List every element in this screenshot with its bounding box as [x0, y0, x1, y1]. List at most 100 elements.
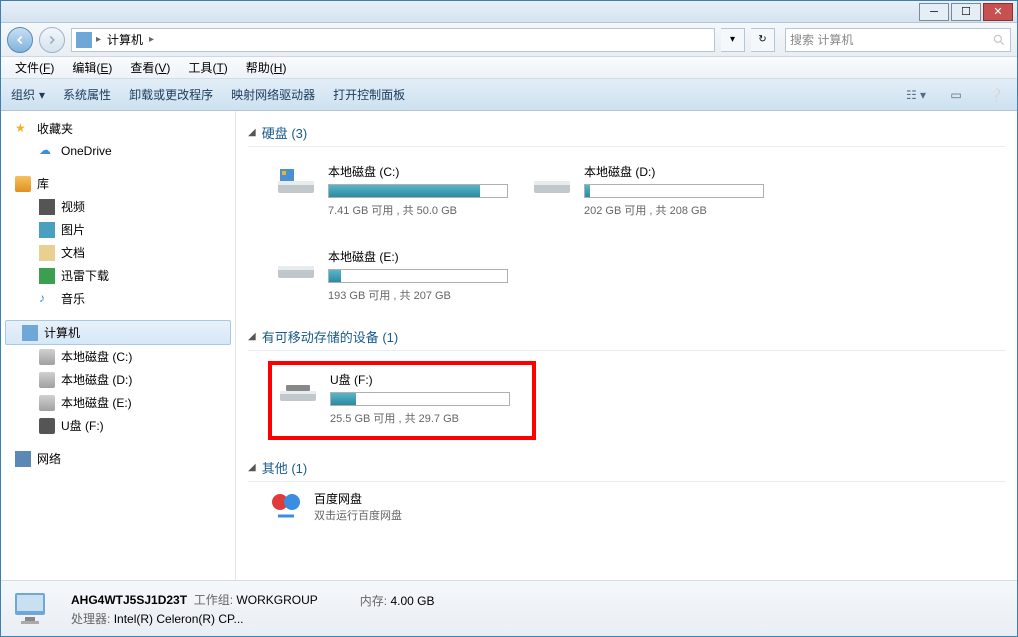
- music-icon: ♪: [39, 291, 55, 307]
- breadcrumb-computer[interactable]: 计算机: [101, 31, 149, 48]
- picture-icon: [39, 222, 55, 238]
- drive-e-bar: [328, 269, 508, 283]
- menu-bar: 文件(F) 编辑(E) 查看(V) 工具(T) 帮助(H): [1, 57, 1017, 79]
- sidebar-videos[interactable]: 视频: [1, 195, 235, 218]
- address-bar[interactable]: ▸ 计算机 ▸: [71, 28, 715, 52]
- sidebar-drive-d[interactable]: 本地磁盘 (D:): [1, 368, 235, 391]
- address-dropdown[interactable]: ▾: [721, 28, 745, 52]
- drive-f-stat: 25.5 GB 可用 , 共 29.7 GB: [330, 410, 524, 426]
- usb-icon: [39, 418, 55, 434]
- drive-d[interactable]: 本地磁盘 (D:) 202 GB 可用 , 共 208 GB: [524, 157, 764, 224]
- computer-icon: [22, 325, 38, 341]
- drive-c-bar: [328, 184, 508, 198]
- help-icon[interactable]: ❔: [985, 84, 1007, 106]
- drive-d-bar: [584, 184, 764, 198]
- chevron-down-icon: ◢: [248, 331, 256, 342]
- drive-c-fill: [329, 185, 480, 197]
- drive-f-fill: [331, 393, 356, 405]
- search-placeholder: 搜索 计算机: [790, 31, 853, 48]
- sidebar-onedrive[interactable]: ☁OneDrive: [1, 140, 235, 162]
- mem-value: 4.00 GB: [390, 594, 434, 608]
- chevron-down-icon: ◢: [248, 462, 256, 473]
- sidebar: ★收藏夹 ☁OneDrive 库 视频 图片 文档 迅雷下载 ♪音乐 计算机 本…: [1, 111, 236, 580]
- workgroup-label: 工作组:: [194, 593, 233, 607]
- sidebar-pictures[interactable]: 图片: [1, 218, 235, 241]
- sidebar-drive-e[interactable]: 本地磁盘 (E:): [1, 391, 235, 414]
- workgroup-value: WORKGROUP: [236, 593, 317, 607]
- sidebar-documents[interactable]: 文档: [1, 241, 235, 264]
- drive-d-stat: 202 GB 可用 , 共 208 GB: [584, 202, 764, 218]
- details-pane: AHG4WTJ5SJ1D23T 工作组: WORKGROUP 处理器: Inte…: [1, 580, 1017, 636]
- cpu-value: Intel(R) Celeron(R) CP...: [114, 612, 244, 626]
- drive-c[interactable]: 本地磁盘 (C:) 7.41 GB 可用 , 共 50.0 GB: [268, 157, 508, 224]
- drive-f-name: U盘 (F:): [330, 371, 524, 388]
- menu-file[interactable]: 文件(F): [7, 57, 62, 78]
- network-icon: [15, 451, 31, 467]
- drive-c-name: 本地磁盘 (C:): [328, 163, 508, 180]
- star-icon: ★: [15, 121, 31, 137]
- drive-d-name: 本地磁盘 (D:): [584, 163, 764, 180]
- toolbar-ctrlpanel[interactable]: 打开控制面板: [333, 86, 405, 103]
- baidu-netdisk[interactable]: 百度网盘 双击运行百度网盘: [248, 482, 1005, 530]
- chevron-down-icon: ◢: [248, 127, 256, 138]
- close-button[interactable]: ✕: [983, 3, 1013, 21]
- breadcrumb-sep: ▸: [149, 34, 154, 45]
- sidebar-drive-f[interactable]: U盘 (F:): [1, 414, 235, 437]
- sidebar-drive-c[interactable]: 本地磁盘 (C:): [1, 345, 235, 368]
- search-icon: [992, 33, 1006, 47]
- content-pane: ◢硬盘 (3) 本地磁盘 (C:) 7.41 GB 可用 , 共 50.0 GB…: [236, 111, 1017, 580]
- menu-edit[interactable]: 编辑(E): [64, 57, 120, 78]
- drive-c-stat: 7.41 GB 可用 , 共 50.0 GB: [328, 202, 508, 218]
- sidebar-network[interactable]: 网络: [1, 447, 235, 470]
- drive-icon: [274, 163, 318, 199]
- baidu-icon: [268, 488, 304, 524]
- toolbar-mapdrive[interactable]: 映射网络驱动器: [231, 86, 315, 103]
- titlebar: ─ ☐ ✕: [1, 1, 1017, 23]
- forward-button[interactable]: [39, 27, 65, 53]
- sidebar-xunlei[interactable]: 迅雷下载: [1, 264, 235, 287]
- toolbar-sysprops[interactable]: 系统属性: [63, 86, 111, 103]
- toolbar: 组织 ▾ 系统属性 卸载或更改程序 映射网络驱动器 打开控制面板 ☷ ▾ ▭ ❔: [1, 79, 1017, 111]
- drive-e[interactable]: 本地磁盘 (E:) 193 GB 可用 , 共 207 GB: [268, 242, 508, 309]
- usb-drive-icon: [276, 371, 320, 407]
- library-icon: [15, 176, 31, 192]
- section-hdd[interactable]: ◢硬盘 (3): [248, 119, 1005, 147]
- disk-icon: [39, 349, 55, 365]
- sidebar-libraries[interactable]: 库: [1, 172, 235, 195]
- cpu-label: 处理器:: [71, 612, 110, 626]
- computer-icon: [76, 32, 92, 48]
- search-input[interactable]: 搜索 计算机: [785, 28, 1011, 52]
- computer-name: AHG4WTJ5SJ1D23T: [71, 593, 187, 607]
- document-icon: [39, 245, 55, 261]
- body: ★收藏夹 ☁OneDrive 库 视频 图片 文档 迅雷下载 ♪音乐 计算机 本…: [1, 111, 1017, 580]
- cloud-icon: ☁: [39, 143, 55, 159]
- menu-tools[interactable]: 工具(T): [180, 57, 235, 78]
- drive-icon: [530, 163, 574, 199]
- computer-big-icon: [11, 589, 59, 629]
- sidebar-favorites[interactable]: ★收藏夹: [1, 117, 235, 140]
- section-removable[interactable]: ◢有可移动存储的设备 (1): [248, 323, 1005, 351]
- drive-e-fill: [329, 270, 341, 282]
- toolbar-uninstall[interactable]: 卸载或更改程序: [129, 86, 213, 103]
- toolbar-organize[interactable]: 组织 ▾: [11, 86, 45, 103]
- drive-f-bar: [330, 392, 510, 406]
- refresh-button[interactable]: ↻: [751, 28, 775, 52]
- menu-help[interactable]: 帮助(H): [238, 57, 295, 78]
- maximize-button[interactable]: ☐: [951, 3, 981, 21]
- drive-icon: [274, 248, 318, 284]
- navigation-bar: ▸ 计算机 ▸ ▾ ↻ 搜索 计算机: [1, 23, 1017, 57]
- section-other[interactable]: ◢其他 (1): [248, 454, 1005, 482]
- sidebar-music[interactable]: ♪音乐: [1, 287, 235, 310]
- minimize-button[interactable]: ─: [919, 3, 949, 21]
- sidebar-computer[interactable]: 计算机: [5, 320, 231, 345]
- view-icon[interactable]: ☷ ▾: [905, 84, 927, 106]
- baidu-sub: 双击运行百度网盘: [314, 507, 402, 523]
- video-icon: [39, 199, 55, 215]
- menu-view[interactable]: 查看(V): [122, 57, 178, 78]
- drive-f-usb[interactable]: U盘 (F:) 25.5 GB 可用 , 共 29.7 GB: [268, 361, 536, 440]
- preview-icon[interactable]: ▭: [945, 84, 967, 106]
- disk-icon: [39, 395, 55, 411]
- drive-e-stat: 193 GB 可用 , 共 207 GB: [328, 287, 508, 303]
- back-button[interactable]: [7, 27, 33, 53]
- baidu-name: 百度网盘: [314, 490, 402, 507]
